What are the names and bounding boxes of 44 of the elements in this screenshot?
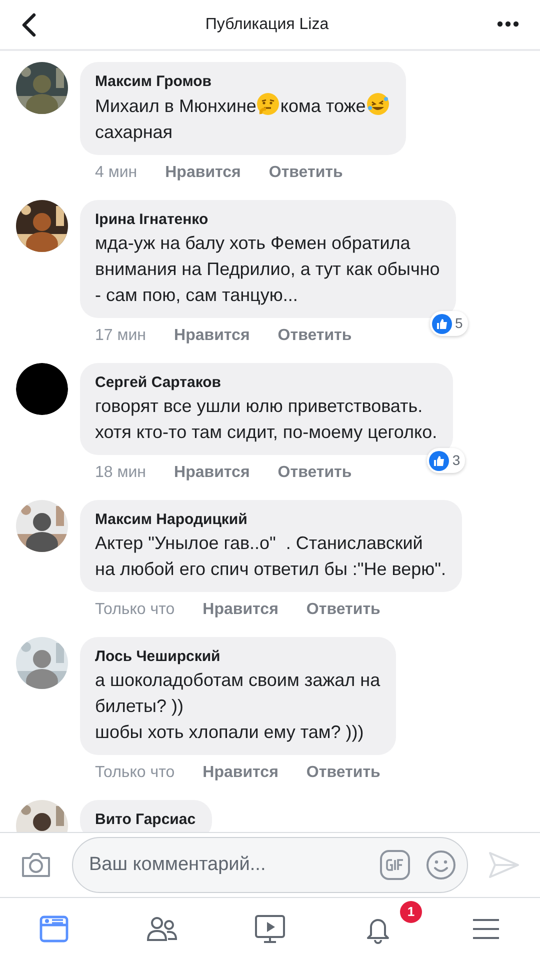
author-name[interactable]: Максим Громов bbox=[95, 72, 390, 92]
timestamp: Только что bbox=[95, 763, 175, 783]
like-link[interactable]: Нравится bbox=[174, 324, 250, 348]
author-name[interactable]: Вито Гарсиас bbox=[95, 810, 196, 830]
more-icon[interactable] bbox=[496, 20, 520, 28]
author-name[interactable]: Ірина Ігнатенко bbox=[95, 210, 440, 230]
reaction-count[interactable]: 3 bbox=[427, 448, 466, 473]
comment-text: говорят все ушли юлю приветствовать. хотя кто-то там сидит, по-моему цеголко. bbox=[95, 395, 438, 444]
reply-link[interactable]: Ответить bbox=[306, 761, 380, 785]
like-link[interactable]: Нравится bbox=[202, 761, 278, 785]
back-icon[interactable] bbox=[20, 12, 38, 38]
timestamp: 17 мин bbox=[95, 326, 146, 346]
news-feed-icon[interactable] bbox=[38, 913, 70, 945]
like-icon bbox=[429, 450, 450, 470]
timestamp: 18 мин bbox=[95, 463, 146, 483]
reply-link[interactable]: Ответить bbox=[278, 461, 352, 485]
comment-text: Актер "Унылое гав..о" . Станиславский на любой его спич ответил бы :"Не верю". bbox=[95, 532, 446, 581]
comment-field[interactable]: Ваш комментарий... bbox=[72, 837, 468, 893]
avatar bbox=[16, 363, 68, 415]
page-title: Публикация Liza bbox=[205, 14, 329, 34]
like-link[interactable]: Нравится bbox=[174, 461, 250, 485]
count-text: 5 bbox=[454, 314, 463, 333]
emoji-icon bbox=[256, 92, 280, 116]
reply-link[interactable]: Ответить bbox=[268, 161, 343, 185]
like-link[interactable]: Нравится bbox=[165, 161, 241, 185]
comment-text: Михаил в Мюнхине кома тоже сахарная bbox=[95, 92, 390, 145]
count-text: 3 bbox=[452, 451, 460, 470]
reply-link[interactable]: Ответить bbox=[278, 324, 352, 348]
video-icon[interactable] bbox=[254, 913, 286, 945]
gif-icon[interactable] bbox=[380, 850, 410, 880]
author-name[interactable]: Лось Чеширский bbox=[95, 647, 380, 667]
reaction-count[interactable]: 5 bbox=[430, 311, 468, 336]
like-link[interactable]: Нравится bbox=[202, 598, 278, 622]
comment-text: а шоколадоботам своим зажал на билеты? )) шобы хоть хлопали ему там? ))) bbox=[95, 669, 380, 744]
timestamp: Только что bbox=[95, 600, 175, 620]
like-icon bbox=[432, 314, 452, 334]
author-name[interactable]: Сергей Сартаков bbox=[95, 373, 438, 393]
reply-link[interactable]: Ответить bbox=[306, 598, 380, 622]
comment-text: мда-уж на балу хоть Фемен обратила внимания на Педрилио, а тут как обычно - сам пою, сам танцую... bbox=[95, 232, 440, 307]
smiley-icon[interactable] bbox=[426, 850, 456, 880]
emoji-icon bbox=[366, 92, 390, 116]
timestamp: 4 мин bbox=[95, 163, 138, 183]
notification-count: 1 bbox=[400, 901, 422, 923]
author-name[interactable]: Максим Народицкий bbox=[95, 510, 446, 530]
